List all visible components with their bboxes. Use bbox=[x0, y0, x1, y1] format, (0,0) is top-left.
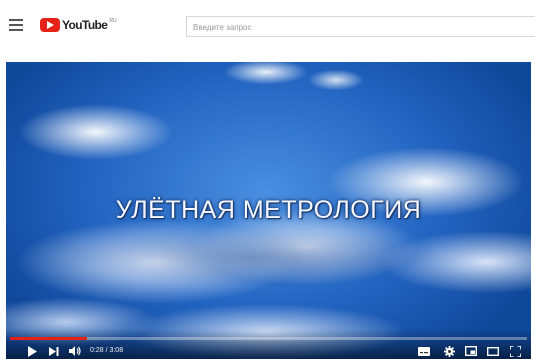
subtitles-button[interactable] bbox=[417, 345, 431, 357]
miniplayer-button[interactable] bbox=[464, 345, 478, 357]
play-button[interactable] bbox=[26, 345, 38, 357]
time-display: 0:28 / 3:08 bbox=[90, 347, 124, 354]
logo-region: RU bbox=[109, 18, 117, 24]
video-player[interactable]: УЛЁТНАЯ МЕТРОЛОГИЯ 0:28 / 3:08 bbox=[6, 62, 531, 359]
subtitles-icon bbox=[418, 346, 430, 356]
masthead: YouTube RU bbox=[0, 0, 535, 60]
next-button[interactable] bbox=[48, 345, 60, 357]
theater-icon bbox=[487, 346, 499, 356]
fullscreen-button[interactable] bbox=[508, 345, 522, 357]
video-overlay-title: УЛЁТНАЯ МЕТРОЛОГИЯ bbox=[115, 196, 422, 224]
youtube-play-logo-icon bbox=[40, 18, 60, 32]
settings-button[interactable] bbox=[442, 345, 456, 357]
volume-icon bbox=[69, 346, 81, 356]
search-input[interactable] bbox=[187, 18, 535, 37]
fullscreen-icon bbox=[509, 345, 521, 357]
volume-button[interactable] bbox=[68, 345, 82, 357]
play-icon bbox=[28, 345, 37, 357]
miniplayer-icon bbox=[465, 346, 477, 356]
video-frame-shade bbox=[66, 227, 446, 287]
theater-mode-button[interactable] bbox=[486, 345, 500, 357]
logo-text: YouTube bbox=[62, 18, 108, 32]
hamburger-menu-icon[interactable] bbox=[9, 19, 23, 31]
search-box[interactable] bbox=[186, 16, 535, 37]
next-icon bbox=[49, 346, 59, 356]
youtube-logo[interactable]: YouTube RU bbox=[40, 17, 117, 33]
progress-bar[interactable] bbox=[10, 337, 527, 340]
progress-bar-played bbox=[10, 337, 88, 340]
gear-icon bbox=[443, 345, 455, 357]
